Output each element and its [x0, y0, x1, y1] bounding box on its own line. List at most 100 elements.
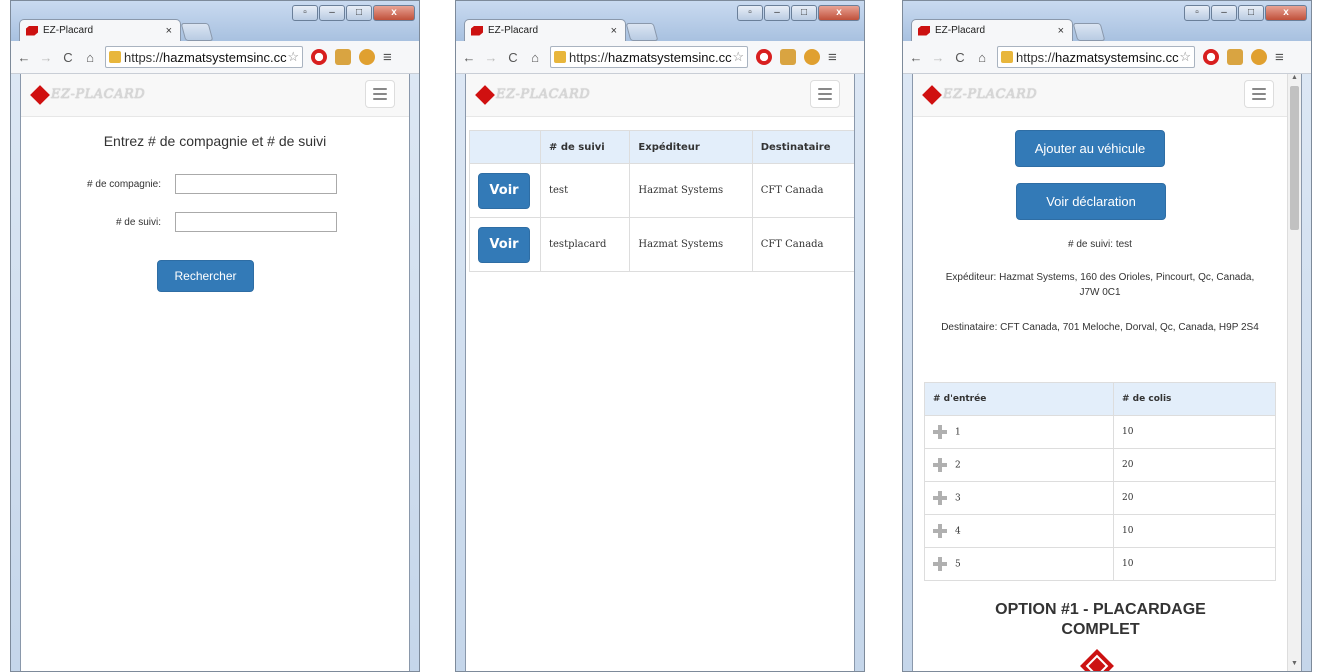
- chrome-menu-icon[interactable]: ≡: [383, 49, 392, 66]
- view-button[interactable]: Voir: [478, 172, 530, 209]
- window-controls: ▫ – □ x: [737, 5, 860, 21]
- minimize-icon[interactable]: –: [319, 5, 345, 21]
- expand-plus-icon[interactable]: [933, 524, 947, 538]
- url-text: https://hazmatsystemsinc.cc: [1016, 50, 1179, 65]
- hamburger-menu-icon[interactable]: [810, 80, 840, 108]
- maximize-icon[interactable]: □: [346, 5, 372, 21]
- tab-close-icon[interactable]: ×: [166, 25, 172, 37]
- minimize-icon[interactable]: –: [1211, 5, 1237, 21]
- back-arrow-icon[interactable]: ←: [907, 50, 925, 65]
- expand-plus-icon[interactable]: [933, 458, 947, 472]
- tracking-cell: test: [539, 163, 631, 218]
- tab-close-icon[interactable]: ×: [1058, 25, 1064, 37]
- maximize-icon[interactable]: □: [791, 5, 817, 21]
- cookie-extension-icon[interactable]: [359, 49, 375, 65]
- tab-close-icon[interactable]: ×: [611, 25, 617, 37]
- home-icon[interactable]: ⌂: [526, 50, 544, 65]
- new-tab-button[interactable]: [180, 23, 214, 41]
- close-window-icon[interactable]: x: [818, 5, 860, 21]
- ez-placard-logo-icon: [922, 84, 942, 105]
- page-viewport: EZ-PLACARD # de suivi Expéditeur Destina…: [465, 74, 855, 671]
- cookie-extension-icon[interactable]: [1251, 49, 1267, 65]
- bookmark-star-icon[interactable]: ☆: [1179, 49, 1191, 65]
- hand-extension-icon[interactable]: [780, 49, 796, 65]
- option-title: OPTION #1 - PLACARDAGE COMPLET: [995, 601, 1206, 638]
- new-tab-button[interactable]: [1072, 23, 1106, 41]
- entry-cell: 5: [924, 547, 1114, 581]
- tracking-input[interactable]: [175, 212, 337, 232]
- add-to-vehicle-button[interactable]: Ajouter au véhicule: [1015, 130, 1165, 167]
- consignee-cell: CFT Canada: [751, 217, 854, 272]
- close-window-icon[interactable]: x: [1265, 5, 1307, 21]
- entry-number: 3: [955, 493, 961, 504]
- expand-plus-icon[interactable]: [933, 557, 947, 571]
- restore-icon[interactable]: ▫: [1184, 5, 1210, 21]
- ez-placard-logo-icon: [475, 84, 495, 105]
- table-row: 5 10: [924, 547, 1276, 581]
- browser-tab[interactable]: EZ-Placard ×: [464, 19, 626, 41]
- tracking-info: # de suivi: test: [1068, 239, 1132, 250]
- chrome-menu-icon[interactable]: ≡: [828, 49, 837, 66]
- close-window-icon[interactable]: x: [373, 5, 415, 21]
- opera-extension-icon[interactable]: [311, 49, 327, 65]
- vertical-scrollbar[interactable]: ▲ ▼: [1287, 74, 1301, 671]
- table-row: 4 10: [924, 514, 1276, 548]
- packages-cell: 10: [1113, 415, 1276, 449]
- reload-icon[interactable]: C: [504, 50, 522, 65]
- forward-arrow-icon[interactable]: →: [482, 50, 500, 65]
- scroll-down-arrow-icon[interactable]: ▼: [1288, 660, 1301, 671]
- opera-extension-icon[interactable]: [756, 49, 772, 65]
- forward-arrow-icon[interactable]: →: [37, 50, 55, 65]
- company-input[interactable]: [175, 174, 337, 194]
- opera-extension-icon[interactable]: [1203, 49, 1219, 65]
- address-bar[interactable]: https://hazmatsystemsinc.cc ☆: [105, 46, 303, 68]
- bookmark-star-icon[interactable]: ☆: [732, 49, 744, 65]
- column-header-tracking: # de suivi: [539, 130, 631, 164]
- cookie-extension-icon[interactable]: [804, 49, 820, 65]
- reload-icon[interactable]: C: [59, 50, 77, 65]
- hand-extension-icon[interactable]: [335, 49, 351, 65]
- restore-icon[interactable]: ▫: [737, 5, 763, 21]
- scroll-up-arrow-icon[interactable]: ▲: [1288, 74, 1301, 85]
- view-button[interactable]: Voir: [478, 226, 530, 263]
- expand-plus-icon[interactable]: [933, 425, 947, 439]
- column-header-shipper: Expéditeur: [629, 130, 753, 164]
- packages-cell: 10: [1113, 547, 1276, 581]
- browser-tab[interactable]: EZ-Placard ×: [911, 19, 1073, 41]
- new-tab-button[interactable]: [625, 23, 659, 41]
- expand-plus-icon[interactable]: [933, 491, 947, 505]
- browser-window-2: EZ-Placard × ▫ – □ x ← → C ⌂ https://haz…: [455, 0, 865, 672]
- restore-icon[interactable]: ▫: [292, 5, 318, 21]
- tracking-cell: testplacard: [539, 217, 631, 272]
- reload-icon[interactable]: C: [951, 50, 969, 65]
- hamburger-menu-icon[interactable]: [1244, 80, 1274, 108]
- hand-extension-icon[interactable]: [1227, 49, 1243, 65]
- view-declaration-button[interactable]: Voir déclaration: [1016, 183, 1166, 220]
- table-row: 1 10: [924, 415, 1276, 449]
- site-logo[interactable]: EZ-PLACARD: [475, 84, 590, 105]
- table-row: Voir test Hazmat Systems CFT Canada: [469, 163, 854, 218]
- table-header-row: # d'entrée # de colis: [924, 382, 1276, 416]
- minimize-icon[interactable]: –: [764, 5, 790, 21]
- home-icon[interactable]: ⌂: [81, 50, 99, 65]
- forward-arrow-icon[interactable]: →: [929, 50, 947, 65]
- scrollbar-thumb[interactable]: [1290, 86, 1299, 230]
- shipper-info: Expéditeur: Hazmat Systems, 160 des Orio…: [945, 272, 1255, 298]
- back-arrow-icon[interactable]: ←: [15, 50, 33, 65]
- title-bar: EZ-Placard × ▫ – □ x: [11, 1, 419, 41]
- maximize-icon[interactable]: □: [1238, 5, 1264, 21]
- browser-tab[interactable]: EZ-Placard ×: [19, 19, 181, 41]
- back-arrow-icon[interactable]: ←: [460, 50, 478, 65]
- chrome-menu-icon[interactable]: ≡: [1275, 49, 1284, 66]
- site-logo[interactable]: EZ-PLACARD: [30, 84, 145, 105]
- address-bar[interactable]: https://hazmatsystemsinc.cc ☆: [550, 46, 748, 68]
- home-icon[interactable]: ⌂: [973, 50, 991, 65]
- search-button[interactable]: Rechercher: [157, 260, 254, 292]
- site-navbar: EZ-PLACARD: [21, 74, 409, 117]
- site-logo[interactable]: EZ-PLACARD: [922, 84, 1037, 105]
- window-controls: ▫ – □ x: [1184, 5, 1307, 21]
- page-heading: Entrez # de compagnie et # de suivi: [103, 133, 327, 149]
- address-bar[interactable]: https://hazmatsystemsinc.cc ☆: [997, 46, 1195, 68]
- hamburger-menu-icon[interactable]: [365, 80, 395, 108]
- bookmark-star-icon[interactable]: ☆: [287, 49, 299, 65]
